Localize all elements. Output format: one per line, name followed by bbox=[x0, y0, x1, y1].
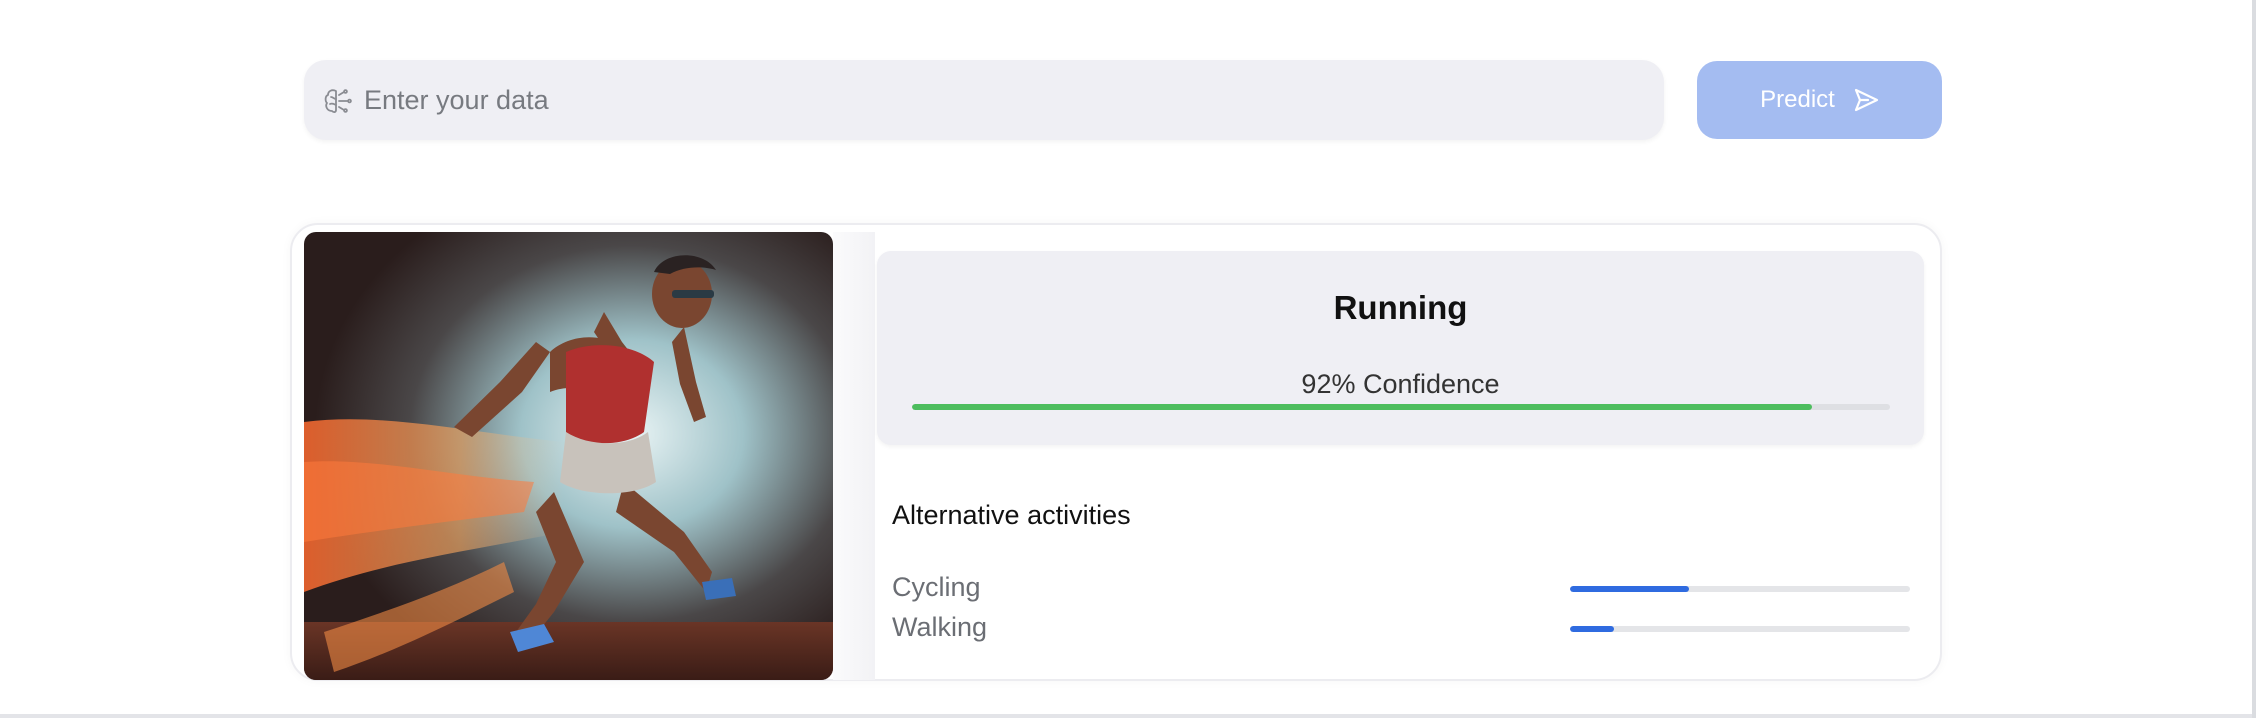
alternative-bar bbox=[1570, 586, 1910, 592]
confidence-text: 92% Confidence bbox=[1301, 369, 1500, 399]
search-bar[interactable] bbox=[304, 60, 1664, 140]
window-edge-bottom bbox=[0, 714, 2252, 718]
alternative-label: Walking bbox=[892, 612, 988, 642]
page: Predict bbox=[0, 0, 2256, 718]
search-input[interactable] bbox=[358, 60, 1638, 140]
alternatives-heading: Alternative activities bbox=[892, 500, 1131, 530]
alternative-bar bbox=[1570, 626, 1910, 632]
predict-button-label: Predict bbox=[1760, 86, 1835, 113]
predict-button[interactable]: Predict bbox=[1697, 61, 1942, 139]
brain-icon bbox=[324, 88, 352, 114]
alternative-bar-fill bbox=[1570, 586, 1689, 592]
send-icon bbox=[1854, 88, 1878, 112]
confidence-bar-fill bbox=[912, 404, 1812, 410]
alternative-bar-fill bbox=[1570, 626, 1615, 632]
window-edge-right bbox=[2252, 0, 2256, 718]
panel-divider bbox=[833, 232, 875, 680]
prediction-summary: Running 92% Confidence bbox=[877, 251, 1924, 445]
alternative-label: Cycling bbox=[892, 572, 981, 602]
runner-photo bbox=[304, 232, 833, 680]
alternative-item: Cycling bbox=[892, 572, 1912, 606]
predicted-activity: Running bbox=[1333, 289, 1468, 326]
alternative-item: Walking bbox=[892, 612, 1912, 646]
confidence-bar bbox=[912, 404, 1890, 410]
